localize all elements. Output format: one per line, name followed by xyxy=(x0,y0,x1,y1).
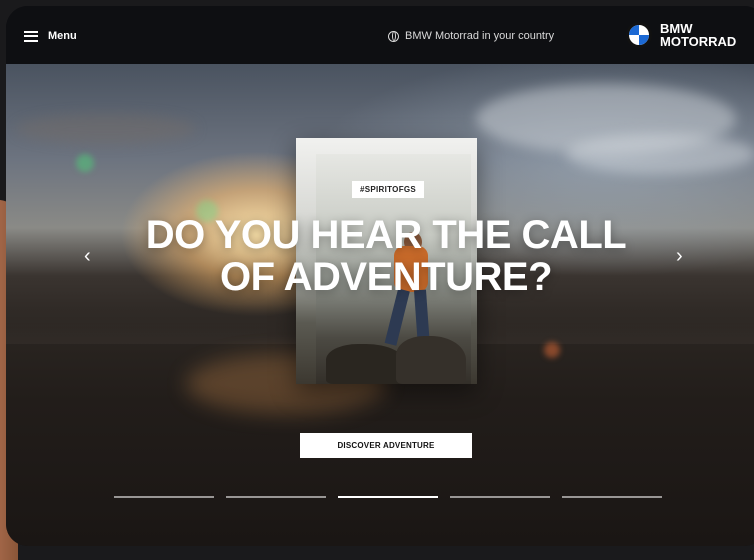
cloud xyxy=(16,114,196,144)
top-header: Menu BMW Motorrad in your country BMW MO… xyxy=(6,6,754,64)
globe-icon xyxy=(388,30,399,42)
headline-line-1: DO YOU HEAR THE CALL xyxy=(145,213,627,257)
brand-wordmark: BMW MOTORRAD xyxy=(660,21,737,49)
chevron-right-icon[interactable]: › xyxy=(676,246,683,266)
rock xyxy=(396,336,466,384)
chevron-left-icon[interactable]: ‹ xyxy=(84,246,91,266)
headline-line-2: OF ADVENTURE? xyxy=(219,255,553,299)
menu-icon xyxy=(24,30,38,42)
lens-flare xyxy=(76,154,94,172)
discover-adventure-button[interactable]: DISCOVER ADVENTURE xyxy=(300,433,472,458)
hashtag-label: #SPIRITOFGS xyxy=(352,181,425,198)
lens-flare xyxy=(544,342,560,358)
tablet-screen: #SPIRITOFGS DO YOU HEAR THE CALL OF ADVE… xyxy=(6,6,754,546)
cloud xyxy=(566,134,754,174)
bmw-roundel-icon xyxy=(626,22,652,48)
country-label: BMW Motorrad in your country xyxy=(405,30,555,42)
menu-label: Menu xyxy=(48,30,77,42)
carousel-dot[interactable] xyxy=(562,496,662,498)
carousel-dot[interactable] xyxy=(226,496,326,498)
carousel-dot-active[interactable] xyxy=(338,496,438,498)
hero-headline: DO YOU HEAR THE CALL OF ADVENTURE? xyxy=(86,214,686,298)
carousel-indicators xyxy=(114,496,662,498)
country-selector[interactable]: BMW Motorrad in your country xyxy=(388,30,554,42)
rock xyxy=(326,344,406,384)
carousel-dot[interactable] xyxy=(114,496,214,498)
bmw-motorrad-logo[interactable]: BMW MOTORRAD xyxy=(626,22,736,48)
carousel-dot[interactable] xyxy=(450,496,550,498)
menu-button[interactable]: Menu xyxy=(24,30,77,42)
